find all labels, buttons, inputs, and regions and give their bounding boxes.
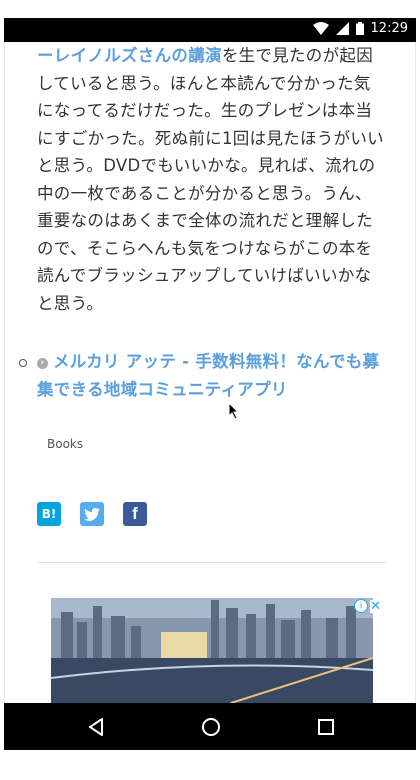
navigation-bar xyxy=(4,703,416,750)
mouse-pointer-icon xyxy=(228,401,240,424)
category-tag[interactable]: Books xyxy=(47,437,83,451)
article-body-text: を生で見たのが起因していると思う。ほんと本読んで分かった気になってるだけだった。… xyxy=(37,46,384,313)
recents-icon[interactable] xyxy=(314,715,338,739)
related-article-title[interactable]: メルカリ アッテ - 手数料無料！なんでも募集できる地域コミュニティアプリ xyxy=(37,352,379,399)
facebook-label: f xyxy=(132,504,138,523)
article-content[interactable]: ーレイノルズさんの講演を生で見たのが起因していると思う。ほんと本読んで分かった気… xyxy=(4,42,416,703)
section-divider xyxy=(37,562,387,563)
battery-icon xyxy=(355,22,364,35)
ad-choices[interactable]: i ✕ xyxy=(354,599,381,613)
twitter-share-button[interactable] xyxy=(80,502,104,526)
ad-banner[interactable]: i ✕ xyxy=(45,598,381,703)
status-icons: 12:29 xyxy=(312,21,408,36)
clock: 12:29 xyxy=(370,21,408,36)
facebook-share-button[interactable]: f xyxy=(123,502,147,526)
hatena-label: B! xyxy=(41,507,57,521)
back-icon[interactable] xyxy=(84,715,108,739)
related-article-link[interactable]: › メルカリ アッテ - 手数料無料！なんでも募集できる地域コミュニティアプリ xyxy=(37,348,389,403)
status-bar: 12:29 xyxy=(4,18,416,42)
article-paragraph: ーレイノルズさんの講演を生で見たのが起因していると思う。ほんと本読んで分かった気… xyxy=(37,42,387,317)
hatena-bookmark-button[interactable]: B! xyxy=(37,502,61,526)
wifi-icon xyxy=(312,22,329,35)
list-bullet xyxy=(19,359,27,367)
twitter-bird-icon xyxy=(84,507,100,521)
ad-info-icon[interactable]: i xyxy=(354,599,369,613)
signal-icon xyxy=(335,22,349,35)
ad-close-icon[interactable]: ✕ xyxy=(370,599,381,613)
home-icon[interactable] xyxy=(199,715,223,739)
share-buttons: B! f xyxy=(37,502,147,526)
ad-city-image[interactable] xyxy=(50,598,374,703)
arrow-circle-icon: › xyxy=(37,358,48,369)
speaker-link[interactable]: ーレイノルズさんの講演 xyxy=(37,46,222,65)
